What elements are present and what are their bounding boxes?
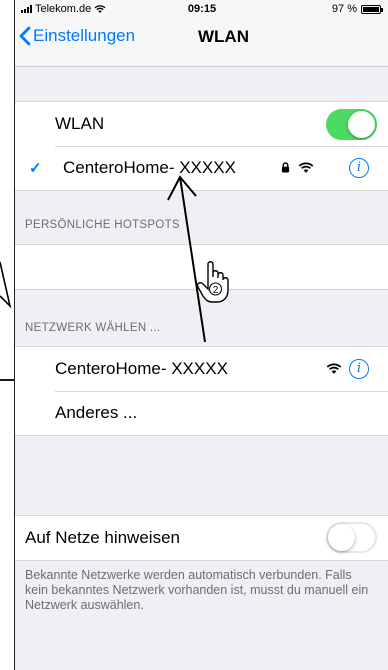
wlan-group: WLAN ✓ CenteroHome- XXXXX i: [15, 101, 388, 191]
connected-network-row[interactable]: ✓ CenteroHome- XXXXX i: [15, 146, 388, 190]
ask-to-join-label: Auf Netze hinweisen: [25, 528, 180, 547]
checkmark-icon: ✓: [29, 160, 42, 177]
ask-to-join-row: Auf Netze hinweisen: [15, 516, 388, 560]
ask-to-join-footer: Bekannte Netzwerke werden automatisch ve…: [25, 568, 369, 612]
battery-group: 97 %: [331, 3, 383, 15]
hotspot-section-header: PERSÖNLICHE HOTSPOTS: [25, 219, 180, 231]
phone-screen: Telekom.de 09:15 97 % Einstellungen WLAN…: [14, 0, 388, 670]
connected-network-name: CenteroHome- XXXXX: [63, 158, 236, 177]
network-list: CenteroHome- XXXXX i Anderes ...: [15, 346, 388, 436]
page-title: WLAN: [198, 27, 249, 46]
wifi-signal-icon: [298, 162, 314, 173]
navigation-bar: Einstellungen WLAN: [15, 18, 388, 67]
toggle-knob: [328, 524, 355, 551]
other-network-row[interactable]: Anderes ...: [15, 391, 388, 435]
battery-icon: [361, 4, 383, 14]
hotspot-group: [15, 244, 388, 290]
chevron-left-icon: [19, 26, 31, 46]
info-icon[interactable]: i: [349, 359, 369, 379]
wlan-label: WLAN: [55, 114, 105, 133]
lock-icon: [281, 162, 290, 173]
info-icon[interactable]: i: [349, 158, 369, 178]
choose-network-header: NETZWERK WÄHLEN ...: [25, 322, 161, 334]
network-row[interactable]: CenteroHome- XXXXX i: [15, 347, 388, 391]
battery-percent: 97 %: [331, 3, 357, 15]
back-button[interactable]: Einstellungen: [19, 26, 135, 46]
ask-to-join-toggle[interactable]: [326, 522, 377, 553]
status-bar: Telekom.de 09:15 97 %: [15, 0, 388, 18]
wlan-toggle[interactable]: [326, 109, 377, 140]
wifi-signal-icon: [326, 363, 342, 374]
back-label: Einstellungen: [33, 26, 136, 45]
toggle-knob: [348, 111, 375, 138]
left-arrow-annotation: [0, 261, 14, 381]
wlan-toggle-row: WLAN: [15, 102, 388, 146]
network-name: CenteroHome- XXXXX: [55, 359, 228, 378]
ask-to-join-group: Auf Netze hinweisen: [15, 515, 388, 561]
other-network-label: Anderes ...: [55, 403, 138, 422]
